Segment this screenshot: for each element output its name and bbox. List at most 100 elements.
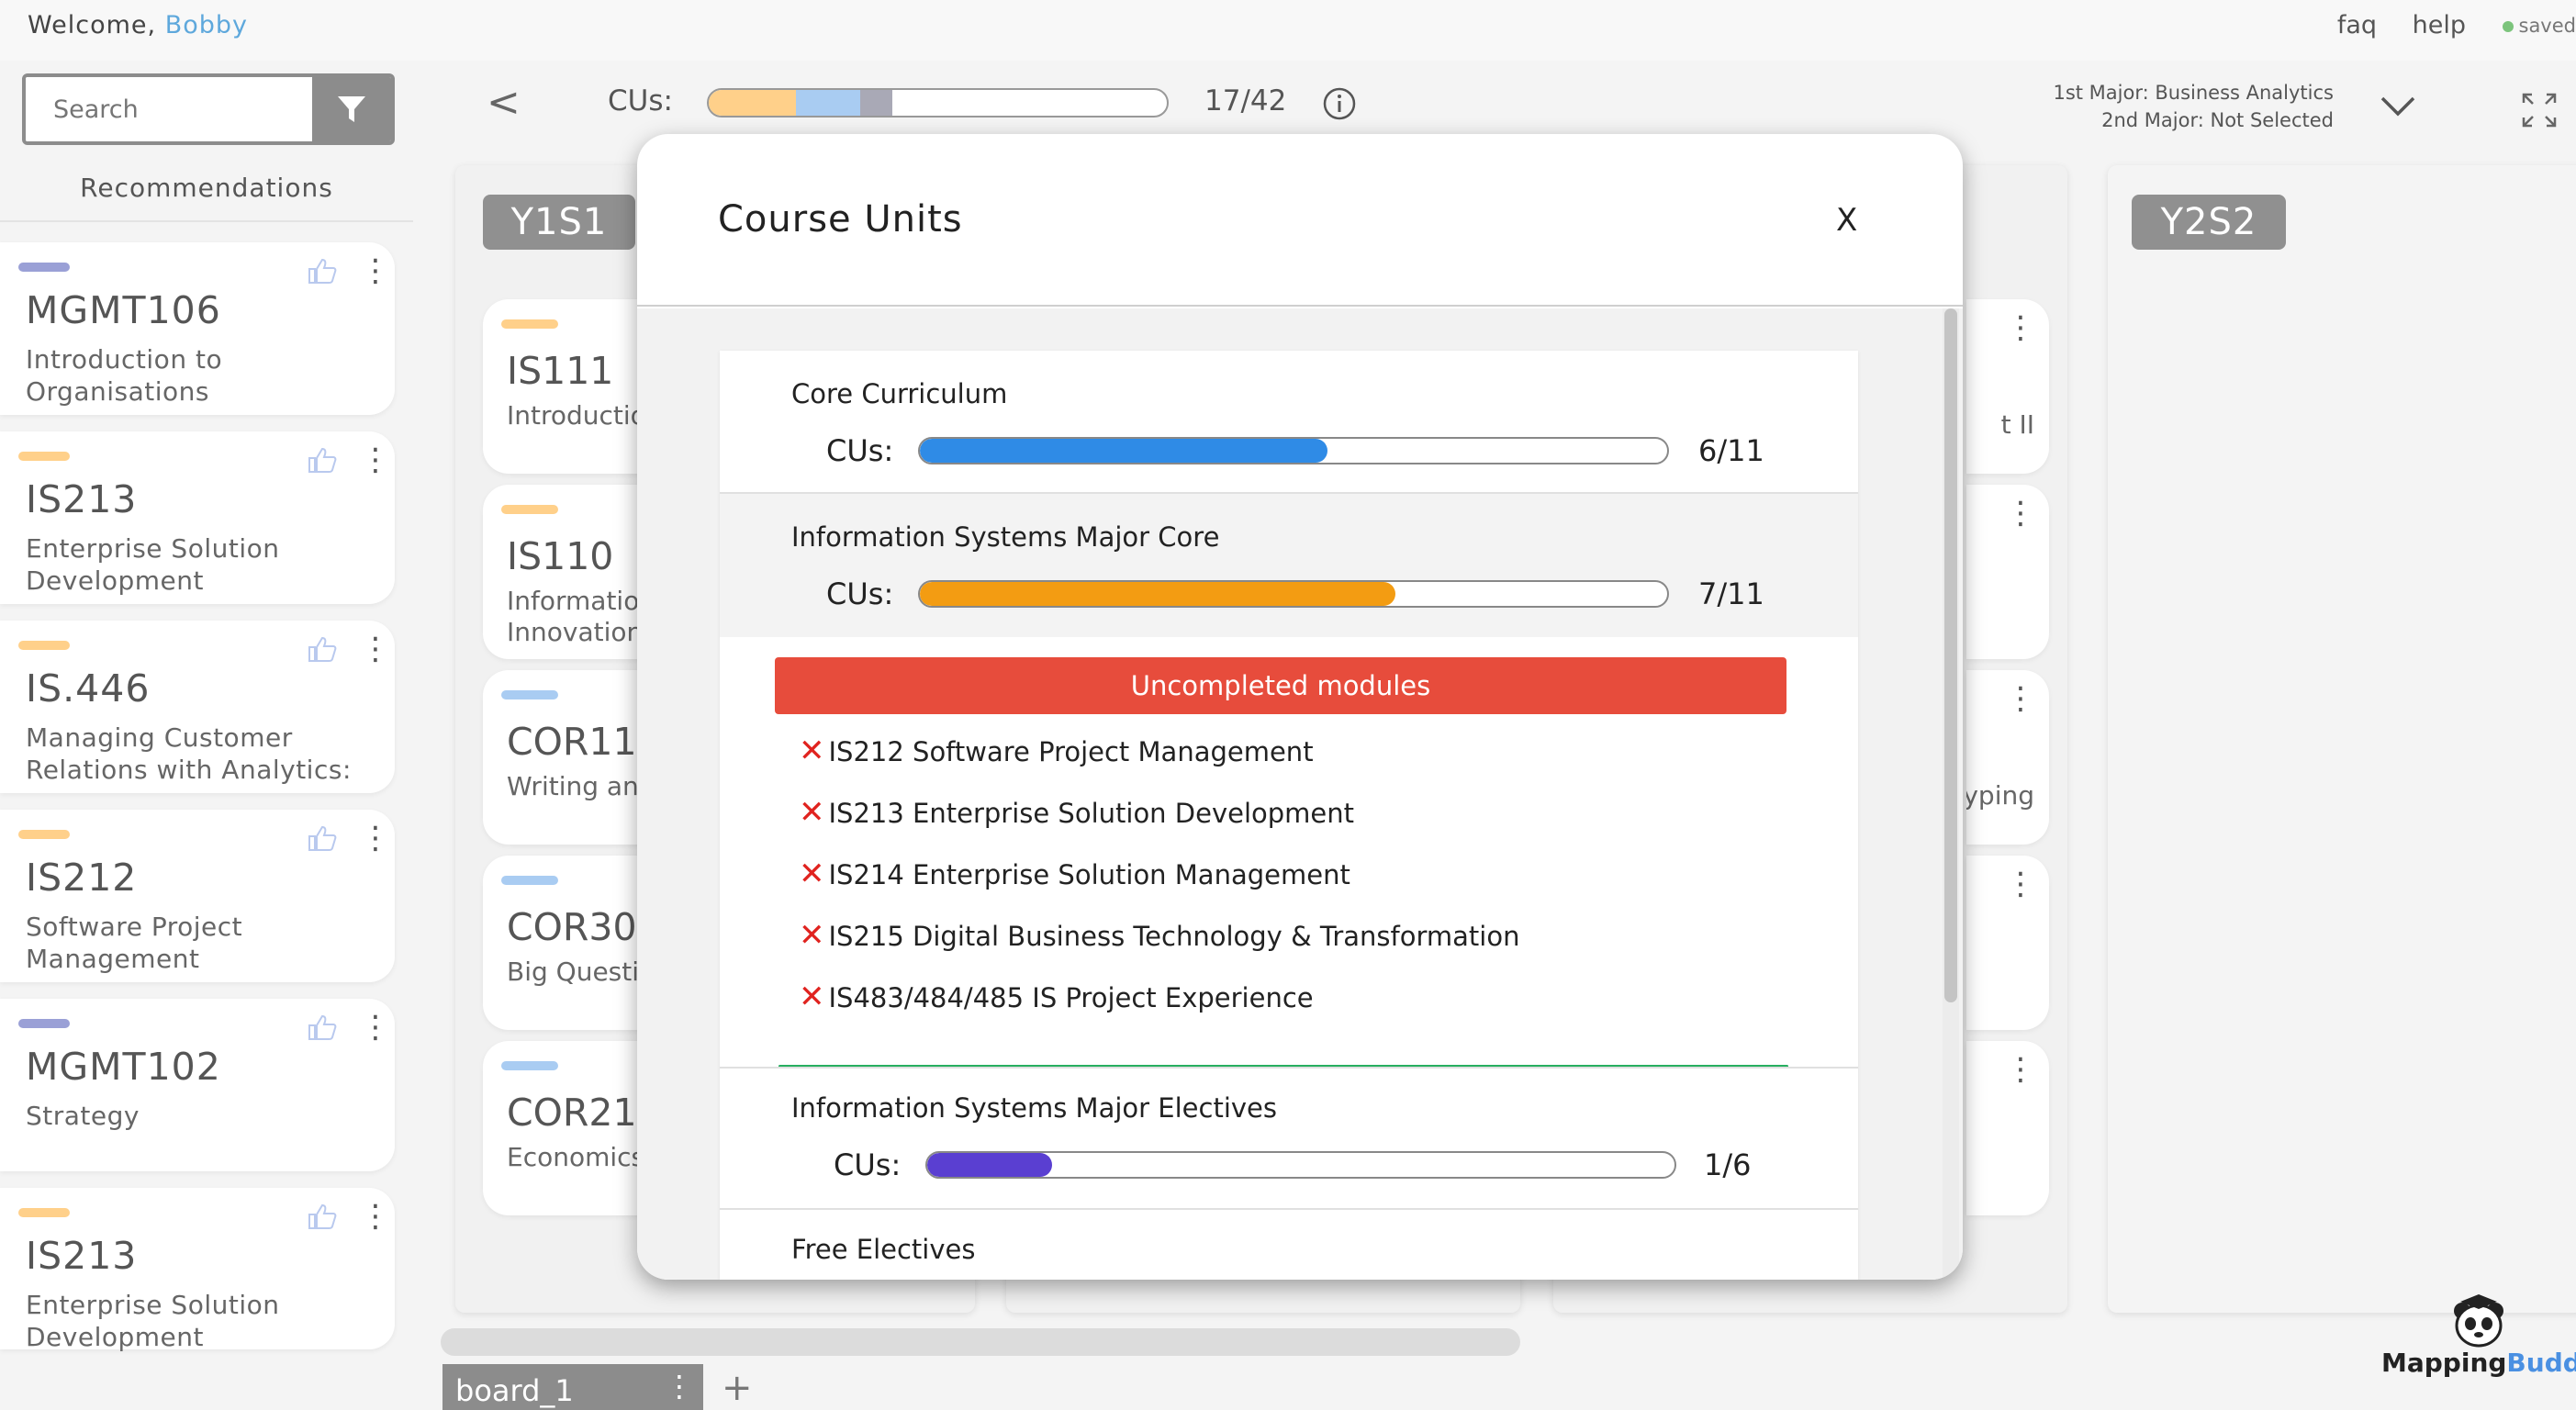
module-code: IS212: [26, 856, 138, 900]
list-item: ✕ IS214 Enterprise Solution Management: [799, 856, 1519, 917]
progress-fill: [920, 439, 1327, 463]
module-name: Introduction to Organisations: [26, 344, 223, 407]
thumbs-up-icon[interactable]: [307, 446, 338, 474]
list-item: ✕ IS483/484/485 IS Project Experience: [799, 979, 1519, 1040]
cross-icon: ✕: [799, 979, 825, 1015]
filter-icon: [338, 96, 365, 122]
more-options-icon[interactable]: ⋮: [360, 1012, 391, 1043]
thumbs-up-icon[interactable]: [307, 1203, 338, 1230]
recommendation-card[interactable]: ⋮ MGMT106 Introduction to Organisations: [0, 242, 395, 415]
is-major-core-section[interactable]: Information Systems Major Core CUs: 7/11: [720, 494, 1858, 637]
more-options-icon[interactable]: ⋮: [2005, 868, 2036, 900]
more-options-icon[interactable]: ⋮: [2005, 312, 2036, 343]
module-card[interactable]: ⋮: [1966, 485, 2049, 659]
progress-fill: [927, 1153, 1052, 1177]
is-major-electives-section[interactable]: Information Systems Major Electives CUs:…: [720, 1067, 1858, 1210]
first-major: 1st Major: Business Analytics: [2053, 82, 2334, 104]
close-button[interactable]: X: [1836, 202, 1857, 239]
module-card[interactable]: ⋮: [1966, 856, 2049, 1030]
recommendation-card[interactable]: ⋮ IS213 Enterprise Solution Development: [0, 431, 395, 604]
search-box: [22, 73, 395, 145]
section-progress-bar: [918, 437, 1669, 464]
section-progress-bar: [925, 1151, 1676, 1179]
category-bar: [18, 1208, 70, 1217]
recommendation-card[interactable]: ⋮ IS.446 Managing Customer Relations wit…: [0, 621, 395, 793]
recommendation-card[interactable]: ⋮ IS213 Enterprise Solution Development: [0, 1188, 395, 1352]
semester-label: Y1S1: [483, 195, 635, 250]
more-options-icon[interactable]: ⋮: [360, 1201, 391, 1232]
more-options-icon[interactable]: ⋮: [2005, 683, 2036, 714]
top-links: faq help: [2310, 11, 2466, 39]
list-item: ✕ IS215 Digital Business Technology & Tra…: [799, 917, 1519, 979]
module-name: Enterprise Solution Development: [26, 1290, 280, 1352]
cu-breakdown-panel: Core Curriculum CUs: 6/11 Information Sy…: [720, 351, 1858, 1280]
module-name: Economics: [507, 1142, 645, 1172]
more-options-icon[interactable]: ⋮: [2005, 498, 2036, 529]
logo-text-part2: Buddy: [2506, 1348, 2576, 1378]
thumbs-up-icon[interactable]: [307, 1013, 338, 1041]
add-board-button[interactable]: +: [722, 1370, 753, 1406]
cross-icon: ✕: [799, 856, 825, 892]
progress-segment: [795, 90, 860, 116]
majors-summary: 1st Major: Business Analytics 2nd Major:…: [2053, 79, 2334, 134]
section-title: Free Electives: [791, 1234, 976, 1265]
back-button[interactable]: <: [487, 79, 521, 126]
module-card[interactable]: ⋮ typing: [1966, 670, 2049, 845]
cus-count: 17/42: [1204, 84, 1287, 118]
uncompleted-module: IS483/484/485 IS Project Experience: [828, 982, 1314, 1013]
modal-scrollbar[interactable]: [1943, 308, 1959, 1280]
category-bar: [18, 452, 70, 461]
tab-options-icon[interactable]: ⋮: [665, 1371, 694, 1401]
recommendation-card[interactable]: ⋮ IS212 Software Project Management: [0, 810, 395, 982]
modal-body: Core Curriculum CUs: 6/11 Information Sy…: [637, 308, 1963, 1280]
save-status: saved: [2502, 15, 2576, 37]
uncompleted-module: IS212 Software Project Management: [828, 736, 1314, 767]
thumbs-up-icon[interactable]: [307, 635, 338, 663]
more-options-icon[interactable]: ⋮: [2005, 1054, 2036, 1085]
faq-link[interactable]: faq: [2337, 11, 2377, 39]
recommendation-card[interactable]: ⋮ MGMT102 Strategy: [0, 999, 395, 1171]
semester-column-y2s2: Y2S2: [2108, 165, 2576, 1313]
board-tab[interactable]: board_1 ⋮: [442, 1364, 703, 1410]
info-icon[interactable]: [1322, 86, 1357, 121]
free-electives-section[interactable]: Free Electives: [720, 1210, 1858, 1280]
module-name: Enterprise Solution Development: [26, 533, 280, 596]
help-link[interactable]: help: [2413, 11, 2466, 39]
section-title: Information Systems Major Core: [791, 521, 1220, 553]
modal-scrollbar-thumb[interactable]: [1944, 308, 1957, 1002]
module-code: IS110: [507, 534, 614, 578]
module-name-fragment: t II: [2000, 409, 2034, 440]
modal-title: Course Units: [718, 198, 963, 241]
search-input[interactable]: [26, 77, 316, 141]
progress-segment: [859, 90, 892, 116]
module-card[interactable]: ⋮: [1966, 1041, 2049, 1215]
expand-icon[interactable]: [2521, 92, 2558, 129]
app-logo: MappingBuddy: [2381, 1292, 2576, 1381]
horizontal-scrollbar[interactable]: [441, 1328, 1520, 1356]
core-curriculum-section: Core Curriculum CUs: 6/11: [720, 351, 1858, 494]
cus-label: CUs:: [834, 1147, 902, 1182]
module-code: IS213: [26, 1234, 138, 1278]
module-name-fragment: typing: [1966, 780, 2034, 811]
section-title: Information Systems Major Electives: [791, 1092, 1277, 1124]
module-name: Writing and: [507, 771, 655, 801]
more-options-icon[interactable]: ⋮: [360, 633, 391, 665]
cus-count: 6/11: [1698, 433, 1764, 468]
module-card[interactable]: ⋮ t II: [1966, 299, 2049, 474]
module-name: Big Questio: [507, 957, 655, 987]
more-options-icon[interactable]: ⋮: [360, 822, 391, 854]
module-code: IS213: [26, 477, 138, 521]
cross-icon: ✕: [799, 917, 825, 954]
top-bar: Welcome, Bobby faq help saved: [0, 0, 2576, 61]
semester-label: Y2S2: [2132, 195, 2286, 250]
welcome-prefix: Welcome,: [28, 11, 157, 39]
uncompleted-modules-list: ✕ IS212 Software Project Management ✕ IS21…: [799, 733, 1519, 1040]
module-code: MGMT106: [26, 288, 221, 332]
more-options-icon[interactable]: ⋮: [360, 255, 391, 286]
thumbs-up-icon[interactable]: [307, 257, 338, 285]
thumbs-up-icon[interactable]: [307, 824, 338, 852]
chevron-down-icon[interactable]: [2380, 95, 2416, 118]
filter-button[interactable]: [312, 77, 391, 141]
more-options-icon[interactable]: ⋮: [360, 444, 391, 476]
second-major: 2nd Major: Not Selected: [2101, 109, 2334, 131]
